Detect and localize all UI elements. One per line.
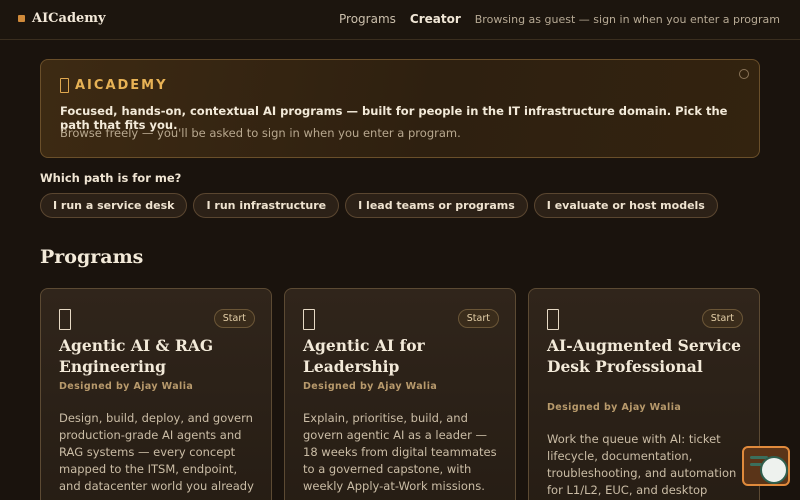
start-button[interactable]: Start <box>457 309 499 328</box>
program-card[interactable]: Start AI-Augmented Service Desk Professi… <box>528 288 760 500</box>
guest-status: Browsing as guest — sign in when you ent… <box>474 12 780 26</box>
path-question: Which path is for me? <box>40 171 182 185</box>
card-designer: Designed by Ajay Walia <box>547 402 682 413</box>
brand-name: AICademy <box>32 11 106 26</box>
hero-title: AICADEMY <box>60 78 168 93</box>
start-button[interactable]: Start <box>701 309 743 328</box>
nav-programs[interactable]: Programs <box>339 12 396 26</box>
hero-title-text: AICADEMY <box>75 78 168 93</box>
top-bar: AICademy Programs Creator Browsing as gu… <box>0 0 800 40</box>
chat-assistant-icon <box>760 456 788 484</box>
path-infrastructure[interactable]: I run infrastructure <box>193 193 340 218</box>
card-title: Agentic AI & RAG Engineering <box>59 336 214 376</box>
chat-assistant-button[interactable] <box>742 446 790 486</box>
card-designer: Designed by Ajay Walia <box>59 381 194 392</box>
start-button[interactable]: Start <box>213 309 255 328</box>
book-icon <box>303 309 315 330</box>
card-description: Work the queue with AI: ticket lifecycle… <box>547 432 737 497</box>
path-evaluate-models[interactable]: I evaluate or host models <box>533 193 718 218</box>
card-title: Agentic AI for Leadership <box>303 336 425 376</box>
book-icon <box>547 309 559 330</box>
nav-creator[interactable]: Creator <box>410 12 461 26</box>
brand-square-icon <box>18 15 25 22</box>
settings-icon[interactable] <box>739 69 749 79</box>
brand[interactable]: AICademy <box>18 11 106 26</box>
book-icon <box>59 309 71 330</box>
hero-banner: AICADEMY Focused, hands-on, contextual A… <box>40 59 760 158</box>
program-card[interactable]: Start Agentic AI for Leadership Designed… <box>284 288 516 500</box>
programs-heading: Programs <box>40 246 144 268</box>
hero-subtext: Browse freely — you'll be asked to sign … <box>60 126 461 140</box>
card-title: AI-Augmented Service Desk Professional <box>547 336 742 376</box>
path-lead-teams[interactable]: I lead teams or programs <box>345 193 528 218</box>
top-nav: Programs Creator Browsing as guest — sig… <box>325 12 780 26</box>
path-options: I run a service desk I run infrastructur… <box>40 193 724 218</box>
card-description: Explain, prioritise, build, and govern a… <box>303 411 497 493</box>
card-description: Design, build, deploy, and govern produc… <box>59 411 254 500</box>
path-service-desk[interactable]: I run a service desk <box>40 193 188 218</box>
book-icon <box>60 78 69 93</box>
program-card[interactable]: Start Agentic AI & RAG Engineering Desig… <box>40 288 272 500</box>
card-designer: Designed by Ajay Walia <box>303 381 438 392</box>
